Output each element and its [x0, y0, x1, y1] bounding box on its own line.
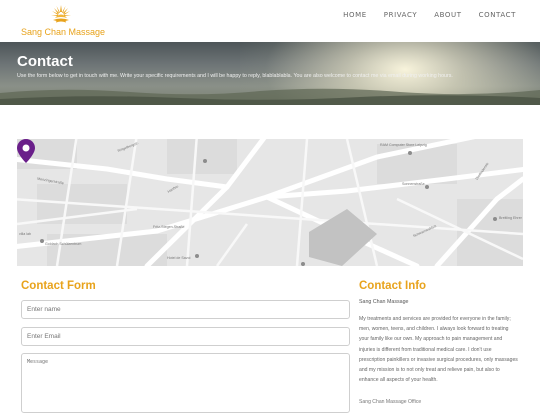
- name-input[interactable]: [21, 300, 350, 319]
- street-label: Fritz-Stegen-Straße: [153, 225, 185, 229]
- contact-info-name: Sang Chan Massage: [359, 299, 409, 305]
- contact-info-extra: Sang Chan Massage Office: [359, 399, 422, 405]
- hero-banner: Contact Use the form below to get in tou…: [0, 42, 540, 105]
- street-label: villa lab: [19, 232, 31, 236]
- hero-landscape: [0, 88, 540, 105]
- map-streets: [17, 139, 523, 266]
- message-textarea[interactable]: [21, 353, 350, 413]
- location-map[interactable]: Ringelbergstr. Menzingerstraße Hanfstr. …: [17, 139, 523, 266]
- street-label: Sonnenstraße: [402, 182, 425, 186]
- contact-form-title: Contact Form: [21, 280, 96, 292]
- page-title: Contact: [17, 53, 73, 70]
- brand-logo[interactable]: Sang Chan Massage: [18, 2, 108, 40]
- street-label: Goldach Schülzentrum: [45, 242, 82, 246]
- page-subtitle: Use the form below to get in touch with …: [17, 73, 453, 79]
- map-pin-icon[interactable]: [17, 139, 35, 163]
- nav-home[interactable]: HOME: [343, 10, 367, 20]
- site-header: Sang Chan Massage HOME PRIVACY ABOUT CON…: [0, 0, 540, 42]
- sun-lotus-icon: [51, 5, 71, 23]
- contact-info-description: My treatments and services are provided …: [359, 316, 518, 384]
- nav-contact[interactable]: CONTACT: [479, 10, 516, 20]
- contact-info-title: Contact Info: [359, 280, 427, 292]
- email-input[interactable]: [21, 327, 350, 346]
- brand-name: Sang Chan Massage: [20, 27, 106, 37]
- nav-about[interactable]: ABOUT: [434, 10, 461, 20]
- main-nav: HOME PRIVACY ABOUT CONTACT: [343, 10, 516, 20]
- nav-privacy[interactable]: PRIVACY: [384, 10, 417, 20]
- street-label: Hotel de Savoi: [167, 256, 191, 260]
- street-label: Breitling Ehrer: [499, 216, 522, 220]
- street-label: RAM Computer Store Leipzig: [380, 143, 427, 147]
